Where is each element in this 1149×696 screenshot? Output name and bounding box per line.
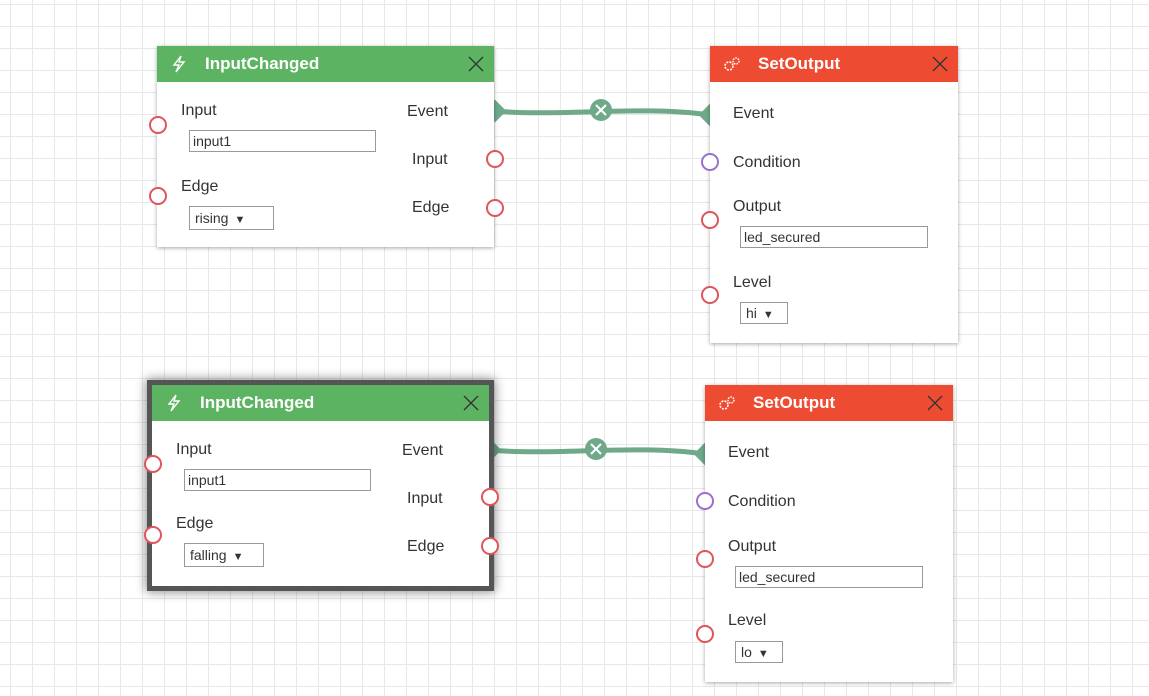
event-output-label: Event (402, 442, 443, 459)
node-header[interactable]: InputChanged (157, 46, 494, 82)
input-in-port[interactable] (149, 116, 167, 134)
condition-label: Condition (728, 493, 796, 510)
close-icon[interactable] (468, 56, 484, 72)
event-input-label: Event (728, 444, 769, 461)
node-title: SetOutput (753, 393, 836, 412)
node-header[interactable]: SetOutput (705, 385, 953, 421)
gears-icon (719, 396, 735, 410)
event-input-label: Event (733, 105, 774, 122)
edge-select[interactable]: rising ▼ (189, 206, 274, 230)
level-label: Level (733, 274, 772, 291)
close-icon[interactable] (463, 395, 479, 411)
input-changed-node-2[interactable]: InputChanged Input input1 Edge falling ▼ … (152, 385, 489, 586)
input-in-port[interactable] (144, 455, 162, 473)
level-select[interactable]: hi ▼ (740, 302, 788, 324)
input-label: Input (176, 441, 212, 458)
input-label: Input (181, 102, 217, 119)
input-field[interactable]: input1 (184, 469, 371, 491)
edge-select-value: rising (195, 210, 229, 226)
lightning-icon (172, 55, 186, 73)
edge-select[interactable]: falling ▼ (184, 543, 264, 567)
dropdown-arrow-icon: ▼ (762, 309, 774, 321)
delete-link-button-1[interactable] (590, 99, 612, 121)
condition-in-port[interactable] (696, 492, 714, 510)
node-title: SetOutput (758, 54, 841, 73)
level-in-port[interactable] (696, 625, 714, 643)
level-in-port[interactable] (701, 286, 719, 304)
input-field[interactable]: input1 (189, 130, 376, 152)
node-header[interactable]: InputChanged (152, 385, 489, 421)
dropdown-arrow-icon: ▼ (234, 214, 246, 226)
output-in-port[interactable] (696, 550, 714, 568)
edge-in-port[interactable] (144, 526, 162, 544)
edge-select-value: falling (190, 547, 227, 563)
close-icon[interactable] (932, 56, 948, 72)
output-label: Output (728, 538, 777, 555)
output-field[interactable]: led_secured (735, 566, 923, 588)
delete-link-button-2[interactable] (585, 438, 607, 460)
edge-out-port[interactable] (481, 537, 499, 555)
edge-output-label: Edge (412, 199, 450, 216)
gears-icon (724, 57, 740, 71)
level-select-value: lo (741, 644, 752, 660)
node-header[interactable]: SetOutput (710, 46, 958, 82)
edge-output-label: Edge (407, 538, 445, 555)
dropdown-arrow-icon: ▼ (757, 648, 769, 660)
dropdown-arrow-icon: ▼ (232, 551, 244, 563)
output-field[interactable]: led_secured (740, 226, 928, 248)
condition-label: Condition (733, 154, 801, 171)
edge-out-port[interactable] (486, 199, 504, 217)
edge-label: Edge (176, 515, 214, 532)
close-icon[interactable] (927, 395, 943, 411)
node-title: InputChanged (205, 54, 320, 73)
condition-in-port[interactable] (701, 153, 719, 171)
input-out-port[interactable] (481, 488, 499, 506)
node-title: InputChanged (200, 393, 315, 412)
workflow-canvas[interactable]: InputChanged Input input1 Edge rising ▼ E… (0, 0, 1149, 696)
input-output-label: Input (412, 151, 448, 168)
edge-in-port[interactable] (149, 187, 167, 205)
event-output-label: Event (407, 103, 448, 120)
edge-label: Edge (181, 178, 219, 195)
lightning-icon (167, 394, 181, 412)
level-select[interactable]: lo ▼ (735, 641, 783, 663)
level-select-value: hi (746, 305, 757, 321)
level-label: Level (728, 612, 767, 629)
input-changed-node-1[interactable]: InputChanged Input input1 Edge rising ▼ E… (157, 46, 494, 247)
set-output-node-2[interactable]: SetOutput Event Condition Output led_sec… (705, 385, 953, 682)
set-output-node-1[interactable]: SetOutput Event Condition Output led_sec… (710, 46, 958, 343)
input-out-port[interactable] (486, 150, 504, 168)
input-output-label: Input (407, 490, 443, 507)
output-label: Output (733, 198, 782, 215)
output-in-port[interactable] (701, 211, 719, 229)
